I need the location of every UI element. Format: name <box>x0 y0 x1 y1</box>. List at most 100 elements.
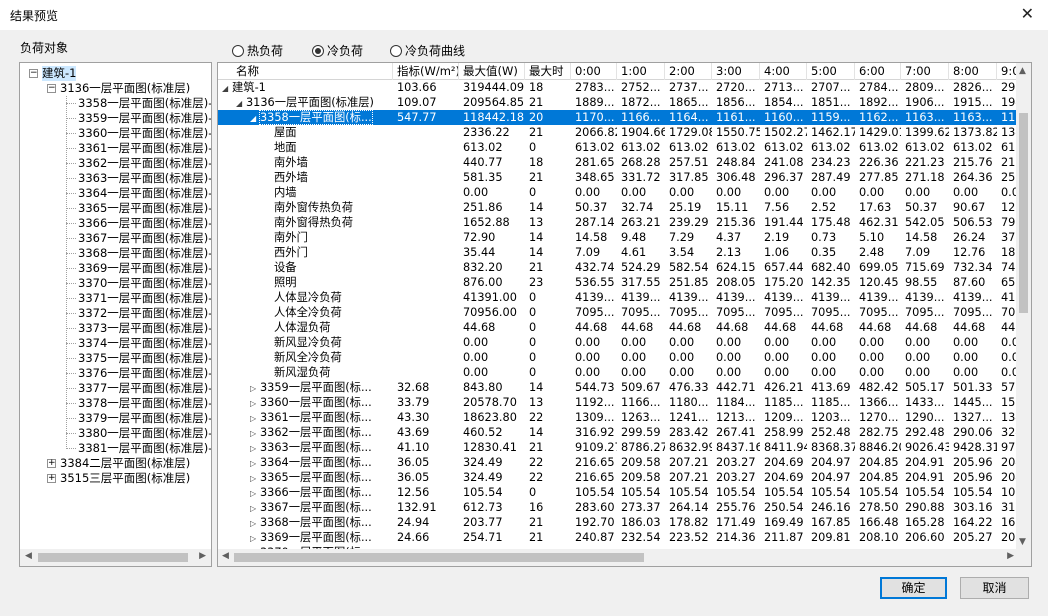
scroll-up-icon[interactable]: ▲ <box>1019 66 1026 76</box>
table-row[interactable]: ◢ 3136一层平面图(标准层) 109.07 209564.85 21 1889... 1… <box>218 95 1018 110</box>
table-row[interactable]: 新风显冷负荷 0.00 0 0.00 0.00 0.00 0.00 0.00 0.00 0.00 0… <box>218 335 1018 350</box>
table-row[interactable]: ▷ 3361一层平面图(标... 43.30 18623.80 22 1309... 126… <box>218 410 1018 425</box>
tree-node-floor[interactable]: 3360一层平面图(标准层)-4 <box>78 126 211 141</box>
collapse-triangle-icon[interactable]: ◢ <box>236 96 246 110</box>
tree-node-floor[interactable]: 3377一层平面图(标准层)-21 <box>78 381 211 396</box>
table-row[interactable]: ▷ 3368一层平面图(标... 24.94 203.77 21 192.70 186.03… <box>218 515 1018 530</box>
tree-node-floor[interactable]: 3358一层平面图(标准层)-2 <box>78 96 211 111</box>
table-row[interactable]: 内墙 0.00 0 0.00 0.00 0.00 0.00 0.00 0.00 0.00 0.00 0… <box>218 185 1018 200</box>
result-grid[interactable]: 名称 指标(W/m²) 最大值(W) 最大时 0:00 1:00 2:00 3:00 4:00 5… <box>217 62 1032 567</box>
expand-triangle-icon[interactable]: ▷ <box>250 426 260 440</box>
table-row[interactable]: ◢ 建筑-1 103.66 319444.09 18 2783... 2752... 2737… <box>218 80 1018 95</box>
scroll-down-icon[interactable]: ▼ <box>1019 537 1026 547</box>
tree-node-floor[interactable]: 3359一层平面图(标准层)-3 <box>78 111 211 126</box>
tree-node-floor[interactable]: 3371一层平面图(标准层)-15 <box>78 291 211 306</box>
table-row[interactable]: 人体全冷负荷 70956.00 0 7095... 7095... 7095... 7095… <box>218 305 1018 320</box>
expand-triangle-icon[interactable]: ▷ <box>250 501 260 515</box>
grid-horizontal-scrollbar[interactable]: ◀ ▶ <box>218 549 1018 566</box>
table-row[interactable]: 新风全冷负荷 0.00 0 0.00 0.00 0.00 0.00 0.00 0.00 0.00 0… <box>218 350 1018 365</box>
column-header[interactable]: 1:00 <box>617 63 665 80</box>
tree-node-floor[interactable]: 3376一层平面图(标准层)-20 <box>78 366 211 381</box>
tree-horizontal-scrollbar[interactable]: ◀ ▶ <box>20 549 211 566</box>
column-header[interactable]: 最大值(W) <box>459 63 525 80</box>
column-header[interactable]: 0:00 <box>571 63 617 80</box>
expand-triangle-icon[interactable]: ▷ <box>250 396 260 410</box>
table-row[interactable]: 南外墙 440.77 18 281.65 268.28 257.51 248.84 241.0… <box>218 155 1018 170</box>
tree-node-floor[interactable]: 3369一层平面图(标准层)-13 <box>78 261 211 276</box>
tree-node-floor[interactable]: 3365一层平面图(标准层)-9 <box>78 201 211 216</box>
expand-triangle-icon[interactable]: ▷ <box>250 441 260 455</box>
table-row[interactable]: 西外墙 581.35 21 348.65 331.72 317.85 306.48 296.3… <box>218 170 1018 185</box>
expand-triangle-icon[interactable]: ▷ <box>250 381 260 395</box>
scroll-right-icon[interactable]: ▶ <box>199 551 206 561</box>
scroll-left-icon[interactable]: ◀ <box>25 551 32 561</box>
tree-node-floor[interactable]: 3379一层平面图(标准层)-23 <box>78 411 211 426</box>
radio-option[interactable]: 冷负荷曲线 <box>390 42 465 60</box>
tree-node-building[interactable]: 3515三层平面图(标准层) <box>60 471 190 486</box>
expand-triangle-icon[interactable]: ▷ <box>250 486 260 500</box>
collapse-icon[interactable]: − <box>29 69 38 78</box>
table-row[interactable]: ▷ 3364一层平面图(标... 36.05 324.49 22 216.65 209.58… <box>218 455 1018 470</box>
tree-node-building[interactable]: 3136一层平面图(标准层) <box>60 81 190 96</box>
table-row[interactable]: ▷ 3359一层平面图(标... 32.68 843.80 14 544.73 509.67… <box>218 380 1018 395</box>
radio-circle-icon[interactable] <box>312 45 324 57</box>
column-header[interactable]: 指标(W/m²) <box>393 63 459 80</box>
table-row[interactable]: ▷ 3367一层平面图(标... 132.91 612.73 16 283.60 273.3… <box>218 500 1018 515</box>
expand-icon[interactable]: + <box>47 459 56 468</box>
tree-node-floor[interactable]: 3361一层平面图(标准层)-5 <box>78 141 211 156</box>
table-row[interactable]: 新风湿负荷 0.00 0 0.00 0.00 0.00 0.00 0.00 0.00 0.00 0.… <box>218 365 1018 380</box>
tree-node-floor[interactable]: 3366一层平面图(标准层)-10 <box>78 216 211 231</box>
tree-node-floor[interactable]: 3364一层平面图(标准层)-8 <box>78 186 211 201</box>
tree-node-floor[interactable]: 3363一层平面图(标准层)-7 <box>78 171 211 186</box>
column-header[interactable]: 3:00 <box>712 63 760 80</box>
table-row[interactable]: 南外门 72.90 14 14.58 9.48 7.29 4.37 2.19 0.73 5.10 1… <box>218 230 1018 245</box>
column-header[interactable]: 2:00 <box>665 63 712 80</box>
tree-node-root[interactable]: 建筑-1 <box>42 66 77 81</box>
expand-triangle-icon[interactable]: ▷ <box>250 531 260 545</box>
load-object-tree[interactable]: ◀ ▶ − 建筑-1−3136一层平面图(标准层) 3358一层平面图(标准层)-2… <box>19 62 212 567</box>
grid-vscroll-thumb[interactable] <box>1019 113 1028 313</box>
tree-node-floor[interactable]: 3367一层平面图(标准层)-11 <box>78 231 211 246</box>
table-row[interactable]: 设备 832.20 21 432.74 524.29 582.54 624.15 657.44… <box>218 260 1018 275</box>
table-row[interactable]: ◢ 3358一层平面图(标... 547.77 118442.18 20 1170... 1… <box>218 110 1018 125</box>
column-header[interactable]: 5:00 <box>807 63 855 80</box>
collapse-triangle-icon[interactable]: ◢ <box>222 81 232 95</box>
table-row[interactable]: 照明 876.00 23 536.55 317.55 251.85 208.05 175.20… <box>218 275 1018 290</box>
tree-node-floor[interactable]: 3362一层平面图(标准层)-6 <box>78 156 211 171</box>
tree-node-floor[interactable]: 3374一层平面图(标准层)-18 <box>78 336 211 351</box>
tree-scroll-thumb[interactable] <box>38 553 188 562</box>
expand-triangle-icon[interactable]: ▷ <box>250 456 260 470</box>
table-row[interactable]: ▷ 3366一层平面图(标... 12.56 105.54 0 105.54 105.54 1… <box>218 485 1018 500</box>
table-row[interactable]: ▷ 3369一层平面图(标... 24.66 254.71 21 240.87 232.54… <box>218 530 1018 545</box>
table-row[interactable]: ▷3363一层平面图(标... 41.10 12830.41 21 9109.27 878… <box>218 440 1018 455</box>
radio-option[interactable]: 热负荷 <box>232 42 283 60</box>
grid-scroll-left-icon[interactable]: ◀ <box>222 551 229 561</box>
table-row[interactable]: 南外窗得热负荷 1652.88 13 287.14 263.21 239.29 215.36… <box>218 215 1018 230</box>
tree-node-floor[interactable]: 3381一层平面图(标准层)-25 <box>78 441 211 456</box>
table-row[interactable]: 人体湿负荷 44.68 0 44.68 44.68 44.68 44.68 44.68 44.6… <box>218 320 1018 335</box>
expand-triangle-icon[interactable]: ▷ <box>250 516 260 530</box>
table-row[interactable]: 人体显冷负荷 41391.00 0 4139... 4139... 4139... 4139… <box>218 290 1018 305</box>
tree-node-floor[interactable]: 3370一层平面图(标准层)-14 <box>78 276 211 291</box>
table-row[interactable]: ▷ 3365一层平面图(标... 36.05 324.49 22 216.65 209.58… <box>218 470 1018 485</box>
table-row[interactable]: ▷ 3360一层平面图(标... 33.79 20578.70 13 1192... 116… <box>218 395 1018 410</box>
column-header[interactable]: 名称 <box>218 63 393 80</box>
column-header[interactable]: 最大时 <box>525 63 571 80</box>
tree-node-building[interactable]: 3384二层平面图(标准层) <box>60 456 190 471</box>
table-row[interactable]: 西外门 35.44 14 7.09 4.61 3.54 2.13 1.06 0.35 2.48 7.… <box>218 245 1018 260</box>
tree-node-floor[interactable]: 3378一层平面图(标准层)-22 <box>78 396 211 411</box>
table-row[interactable]: 南外窗传热负荷 251.86 14 50.37 32.74 25.19 15.11 7.56 2… <box>218 200 1018 215</box>
expand-triangle-icon[interactable]: ▷ <box>250 411 260 425</box>
grid-hscroll-thumb[interactable] <box>234 553 644 562</box>
tree-node-floor[interactable]: 3375一层平面图(标准层)-19 <box>78 351 211 366</box>
column-header[interactable]: 6:00 <box>855 63 901 80</box>
radio-circle-icon[interactable] <box>232 45 244 57</box>
column-header[interactable]: 8:00 <box>949 63 997 80</box>
collapse-icon[interactable]: − <box>47 84 56 93</box>
close-icon[interactable]: ✕ <box>1021 5 1034 23</box>
tree-node-floor[interactable]: 3380一层平面图(标准层)-24 <box>78 426 211 441</box>
collapse-triangle-icon[interactable]: ◢ <box>250 111 260 125</box>
ok-button[interactable]: 确定 <box>880 577 947 599</box>
tree-node-floor[interactable]: 3372一层平面图(标准层)-16 <box>78 306 211 321</box>
table-row[interactable]: 屋面 2336.22 21 2066.82 1904.66 1729.08 1550.75 1… <box>218 125 1018 140</box>
